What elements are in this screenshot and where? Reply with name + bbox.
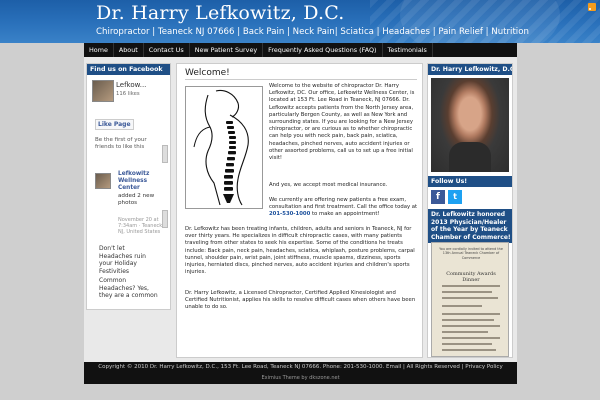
spine-illustration <box>185 86 263 209</box>
award-text-line <box>442 337 500 339</box>
award-text-line <box>442 343 492 345</box>
award-text-line <box>442 291 492 293</box>
award-invitation-text: You are cordially invited to attend the … <box>439 247 503 260</box>
award-text-line <box>442 285 500 287</box>
facebook-post-text: Don't let Headaches ruin your Holiday Fe… <box>99 245 146 275</box>
award-invitation-image[interactable]: You are cordially invited to attend the … <box>431 242 509 357</box>
site-header: Dr. Harry Lefkowitz, D.C. Chiropractor |… <box>0 0 600 43</box>
main-nav: Home About Contact Us New Patient Survey… <box>84 43 517 57</box>
offer-text-end: to make an appointment! <box>310 211 380 218</box>
facebook-feed-scrollbar[interactable] <box>162 210 168 228</box>
nav-home[interactable]: Home <box>84 43 114 57</box>
facebook-like-page-button[interactable]: Like Page <box>95 119 134 130</box>
insurance-paragraph: And yes, we accept most medical insuranc… <box>269 182 388 188</box>
facebook-post-author[interactable]: Lefkowitz Wellness Center <box>118 171 158 192</box>
award-invitation-heading: Community Awards Dinner <box>446 271 496 283</box>
nav-about[interactable]: About <box>114 43 144 57</box>
page-title: Welcome! <box>185 68 230 78</box>
site-title[interactable]: Dr. Harry Lefkowitz, D.C. <box>96 2 345 24</box>
footer-theme-credit[interactable]: Eximius Theme by dkszone.net <box>84 375 517 381</box>
award-text-line <box>442 331 488 333</box>
doctor-portrait <box>431 78 509 172</box>
spine-drawing <box>193 89 249 206</box>
facebook-box: Lefkow... 116 likes Like Page Be the fir… <box>87 75 170 305</box>
rss-icon[interactable] <box>588 3 596 11</box>
right-sidebar: Dr. Harry Lefkowitz, D.C. Follow Us! f t… <box>427 63 513 358</box>
nav-testimonials[interactable]: Testimonials <box>383 43 433 57</box>
facebook-post-action: added 2 new photos <box>118 193 155 206</box>
facebook-page-name[interactable]: Lefkow... <box>116 81 146 89</box>
award-text-line <box>442 349 496 351</box>
offer-text: We currently are offering new patients a… <box>269 197 418 211</box>
facebook-post-text: Common Headaches? Yes, they are a common <box>99 277 158 299</box>
conditions-paragraph: Dr. Lefkowitz has been treating infants,… <box>185 226 415 276</box>
main-content: Welcome! Welcome to the website of chiro… <box>176 63 423 358</box>
facebook-post-time: November 20 at 7:34am · Teaneck, NJ, Uni… <box>118 217 164 236</box>
award-text-line <box>442 305 482 307</box>
award-text-line <box>442 325 500 327</box>
facebook-icon[interactable]: f <box>431 190 445 204</box>
twitter-icon[interactable]: t <box>448 190 462 204</box>
offer-paragraph: We currently are offering new patients a… <box>269 197 419 219</box>
phone-link[interactable]: 201-530-1000 <box>269 211 310 217</box>
doctor-widget-title: Dr. Harry Lefkowitz, D.C. <box>428 64 512 75</box>
facebook-page-thumbnail[interactable] <box>92 80 114 102</box>
award-text-line <box>442 313 500 315</box>
facebook-likes-count: 116 likes <box>116 91 140 97</box>
facebook-friends-text: Be the first of your friends to like thi… <box>95 137 147 150</box>
title-divider <box>185 79 417 80</box>
credentials-paragraph: Dr. Harry Lefkowitz, a Licensed Chiropra… <box>185 290 416 311</box>
nav-new-patient-survey[interactable]: New Patient Survey <box>190 43 264 57</box>
footer-copyright: Copyright © 2010 Dr. Harry Lefkowitz, D.… <box>98 364 503 370</box>
site-tagline: Chiropractor | Teaneck NJ 07666 | Back P… <box>96 27 529 37</box>
award-widget-title: Dr. Lefkowitz honored 2013 Physician/Hea… <box>428 209 512 243</box>
intro-paragraph: Welcome to the website of chiropractor D… <box>269 83 415 162</box>
facebook-widget-title: Find us on Facebook <box>87 64 170 75</box>
facebook-post-avatar[interactable] <box>95 173 111 189</box>
follow-us-title: Follow Us! <box>428 176 512 187</box>
site-footer: Copyright © 2010 Dr. Harry Lefkowitz, D.… <box>84 362 517 384</box>
nav-faq[interactable]: Frequently Asked Questions (FAQ) <box>263 43 383 57</box>
facebook-widget: Find us on Facebook Lefkow... 116 likes … <box>86 63 171 310</box>
nav-contact-us[interactable]: Contact Us <box>144 43 190 57</box>
award-text-line <box>442 297 498 299</box>
award-text-line <box>442 319 494 321</box>
facebook-scrollbar[interactable] <box>162 145 168 163</box>
